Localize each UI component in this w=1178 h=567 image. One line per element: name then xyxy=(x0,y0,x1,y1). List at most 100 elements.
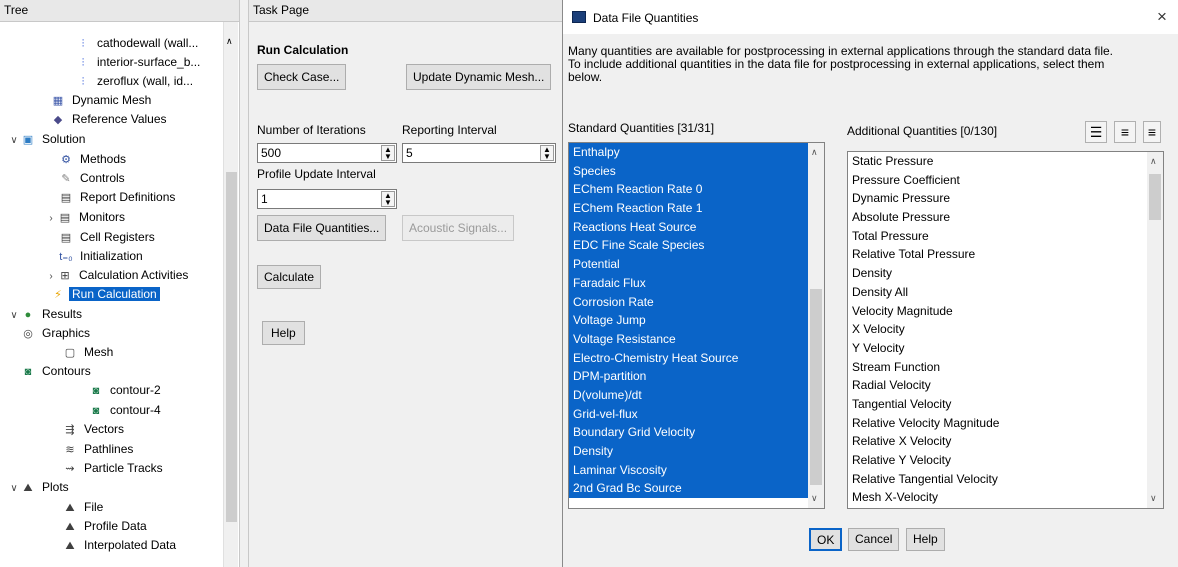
scroll-down-icon[interactable]: ∨ xyxy=(1150,493,1157,504)
tree-item-pathlines[interactable]: ≋ Pathlines xyxy=(62,440,136,459)
standard-quantity-item[interactable]: Faradaic Flux xyxy=(569,273,824,293)
tree-item-dynamic-mesh[interactable]: ▦ Dynamic Mesh xyxy=(50,91,154,110)
spinner-icon[interactable]: ▲ ▼ xyxy=(381,191,395,207)
tree-item-cathodewall-wall[interactable]: ⫶ cathodewall (wall... xyxy=(75,34,201,53)
reporting-interval-input[interactable]: 5 ▲ ▼ xyxy=(402,143,556,163)
additional-scroll-thumb[interactable] xyxy=(1149,174,1161,220)
standard-quantity-item[interactable]: Voltage Jump xyxy=(569,311,824,330)
check-case-button[interactable]: Check Case... xyxy=(257,64,347,90)
tree-item-interpolated-data[interactable]: ⛰ Interpolated Data xyxy=(62,536,179,555)
collapsed-chevron-icon[interactable]: › xyxy=(45,267,57,286)
scroll-up-icon[interactable]: ∧ xyxy=(811,147,818,158)
expanded-chevron-icon[interactable]: ∨ xyxy=(8,306,20,325)
standard-quantity-item[interactable]: EDC Fine Scale Species xyxy=(569,236,824,256)
standard-quantity-item[interactable]: D(volume)/dt xyxy=(569,385,824,405)
standard-quantity-item[interactable]: EChem Reaction Rate 1 xyxy=(569,199,824,218)
tree-item-graphics[interactable]: ◎ Graphics xyxy=(20,324,93,343)
expanded-chevron-icon[interactable]: ∨ xyxy=(8,479,20,498)
standard-scroll-thumb[interactable] xyxy=(810,289,822,485)
additional-quantity-item[interactable]: Total Pressure xyxy=(848,227,1163,246)
select-all-icon[interactable]: ☰ xyxy=(1085,121,1107,143)
tree-item-contours[interactable]: ◙ Contours xyxy=(20,362,94,381)
standard-quantity-item[interactable]: Potential xyxy=(569,255,824,274)
standard-quantity-item[interactable]: DPM-partition xyxy=(569,367,824,386)
tree-item-particle-tracks[interactable]: ⇝ Particle Tracks xyxy=(62,459,166,478)
update-dynamic-mesh-button[interactable]: Update Dynamic Mesh... xyxy=(406,64,552,90)
tree-item-cell-registers[interactable]: ▤ Cell Registers xyxy=(58,228,158,247)
scroll-down-icon[interactable]: ∨ xyxy=(811,493,818,504)
additional-quantity-item[interactable]: Density xyxy=(848,264,1163,283)
tree-item-contour-4[interactable]: ◙ contour-4 xyxy=(88,401,164,420)
tree-item-profile-data[interactable]: ⛰ Profile Data xyxy=(62,517,150,536)
select-filtered-icon[interactable]: ≡ xyxy=(1114,121,1136,143)
data-file-quantities-button[interactable]: Data File Quantities... xyxy=(257,215,387,241)
tree-item-plots[interactable]: ∨ ⛰ Plots xyxy=(8,478,72,497)
scroll-up-icon[interactable]: ∧ xyxy=(226,36,233,47)
dialog-titlebar[interactable]: Data File Quantities × xyxy=(563,0,1178,34)
additional-quantity-item[interactable]: Relative Total Pressure xyxy=(848,245,1163,264)
expanded-chevron-icon[interactable]: ∨ xyxy=(8,131,20,150)
tree-item-monitors[interactable]: › ▤ Monitors xyxy=(45,208,128,227)
tree-item-interior-surface-b[interactable]: ⫶ interior-surface_b... xyxy=(75,53,203,72)
standard-quantity-item[interactable]: EChem Reaction Rate 0 xyxy=(569,180,824,200)
additional-quantity-item[interactable]: Pressure Coefficient xyxy=(848,171,1163,190)
additional-quantity-item[interactable]: Dynamic Pressure xyxy=(848,189,1163,208)
calculate-button[interactable]: Calculate xyxy=(257,265,322,289)
standard-quantity-item[interactable]: Enthalpy xyxy=(569,143,824,162)
tree-item-run-calculation[interactable]: ⚡ Run Calculation xyxy=(50,285,160,304)
additional-quantity-item[interactable]: Relative Velocity Magnitude xyxy=(848,414,1163,433)
standard-quantity-item[interactable]: Density xyxy=(569,442,824,461)
help-button[interactable]: Help xyxy=(262,321,305,345)
tree-item-mesh[interactable]: ▢ Mesh xyxy=(62,343,116,362)
tree-item-calculation-activities[interactable]: › ⊞ Calculation Activities xyxy=(45,266,191,285)
number-of-iterations-input[interactable]: 500 ▲ ▼ xyxy=(257,143,397,163)
standard-quantities-list[interactable]: Enthalpy Species EChem Reaction Rate 0 EChe… xyxy=(568,142,825,509)
tree-scroll-thumb[interactable] xyxy=(226,172,237,522)
tree-item-vectors[interactable]: ⇶ Vectors xyxy=(62,420,127,439)
additional-quantity-item[interactable]: Y Velocity xyxy=(848,339,1163,358)
standard-quantity-item[interactable]: Grid-vel-flux xyxy=(569,404,824,424)
additional-quantity-item[interactable]: Density All xyxy=(848,283,1163,302)
tree-item-report-definitions[interactable]: ▤ Report Definitions xyxy=(58,188,178,207)
tree-item-initialization[interactable]: t₌₀ Initialization xyxy=(58,247,146,266)
tree-item-contour-2[interactable]: ◙ contour-2 xyxy=(88,381,164,400)
standard-quantity-item[interactable]: Voltage Resistance xyxy=(569,329,824,349)
standard-quantity-item[interactable]: Laminar Viscosity xyxy=(569,460,824,480)
ok-button[interactable]: OK xyxy=(809,528,843,551)
standard-quantity-item[interactable]: Corrosion Rate xyxy=(569,292,824,312)
additional-quantity-item[interactable]: Relative Y Velocity xyxy=(848,451,1163,470)
standard-quantity-item[interactable]: Reactions Heat Source xyxy=(569,217,824,237)
standard-quantity-item[interactable]: Boundary Grid Velocity xyxy=(569,423,824,442)
standard-quantity-item[interactable]: Species xyxy=(569,161,824,181)
additional-quantity-item[interactable]: Velocity Magnitude xyxy=(848,302,1163,321)
tree-item-controls[interactable]: ✎ Controls xyxy=(58,169,128,188)
tree-item-reference-values[interactable]: ◆ Reference Values xyxy=(50,110,170,129)
additional-quantity-item[interactable]: X Velocity xyxy=(848,320,1163,339)
tree-scrollbar[interactable]: ∧ xyxy=(223,22,238,567)
additional-quantities-list[interactable]: Static Pressure Pressure Coefficient Dynam… xyxy=(847,151,1164,509)
additional-quantity-item[interactable]: Relative Tangential Velocity xyxy=(848,470,1163,489)
tree-item-file[interactable]: ⛰ File xyxy=(62,498,106,517)
spinner-icon[interactable]: ▲ ▼ xyxy=(381,145,395,161)
profile-update-interval-input[interactable]: 1 ▲ ▼ xyxy=(257,189,397,209)
standard-quantity-item[interactable]: Electro-Chemistry Heat Source xyxy=(569,348,824,368)
tree-item-zeroflux-wall-id[interactable]: ⫶ zeroflux (wall, id... xyxy=(75,72,196,91)
tree-item-methods[interactable]: ⚙ Methods xyxy=(58,150,129,169)
additional-quantity-item[interactable]: Relative X Velocity xyxy=(848,432,1163,451)
additional-quantity-item[interactable]: Absolute Pressure xyxy=(848,208,1163,227)
additional-quantity-item[interactable]: Static Pressure xyxy=(848,152,1163,171)
additional-quantity-item[interactable]: Tangential Velocity xyxy=(848,395,1163,414)
scroll-up-icon[interactable]: ∧ xyxy=(1150,156,1157,167)
additional-list-scrollbar[interactable]: ∧ ∨ xyxy=(1147,152,1163,508)
tree-item-results[interactable]: ∨ ● Results xyxy=(8,305,85,324)
tree-item-solution[interactable]: ∨ ▣ Solution xyxy=(8,130,88,149)
close-icon[interactable]: × xyxy=(1151,6,1173,28)
deselect-all-icon[interactable]: ≡ xyxy=(1143,121,1161,143)
additional-quantity-item[interactable]: Radial Velocity xyxy=(848,376,1163,395)
spinner-icon[interactable]: ▲ ▼ xyxy=(540,145,554,161)
additional-quantity-item[interactable]: Stream Function xyxy=(848,358,1163,377)
dialog-help-button[interactable]: Help xyxy=(906,528,945,551)
standard-list-scrollbar[interactable]: ∧ ∨ xyxy=(808,143,824,508)
cancel-button[interactable]: Cancel xyxy=(848,528,900,551)
standard-quantity-item[interactable]: 2nd Grad Bc Source xyxy=(569,479,824,499)
